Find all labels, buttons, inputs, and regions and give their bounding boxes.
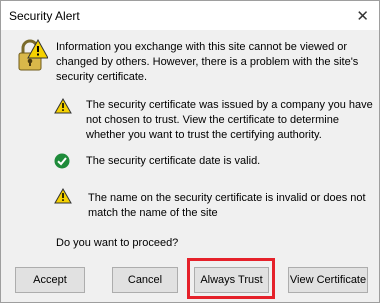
- issuer-untrusted-message: The security certificate was issued by a…: [86, 99, 373, 141]
- check-icon: [54, 153, 70, 169]
- date-valid-message: The security certificate date is valid.: [86, 155, 261, 167]
- warning-icon: [54, 188, 72, 204]
- view-certificate-button[interactable]: View Certificate: [288, 267, 368, 293]
- highlight-box: [187, 258, 275, 299]
- proceed-question: Do you want to proceed?: [56, 237, 179, 249]
- lock-warning-icon: [18, 39, 48, 71]
- title-bar: Security Alert ✕: [1, 1, 379, 30]
- security-alert-dialog: Security Alert ✕ Information you exchang…: [0, 0, 380, 303]
- window-title: Security Alert: [9, 9, 80, 23]
- accept-button[interactable]: Accept: [15, 267, 85, 293]
- close-icon[interactable]: ✕: [356, 7, 369, 25]
- intro-text: Information you exchange with this site …: [56, 41, 359, 83]
- warning-icon: [54, 98, 72, 114]
- cancel-button[interactable]: Cancel: [112, 267, 178, 293]
- name-mismatch-message: The name on the security certificate is …: [88, 192, 366, 219]
